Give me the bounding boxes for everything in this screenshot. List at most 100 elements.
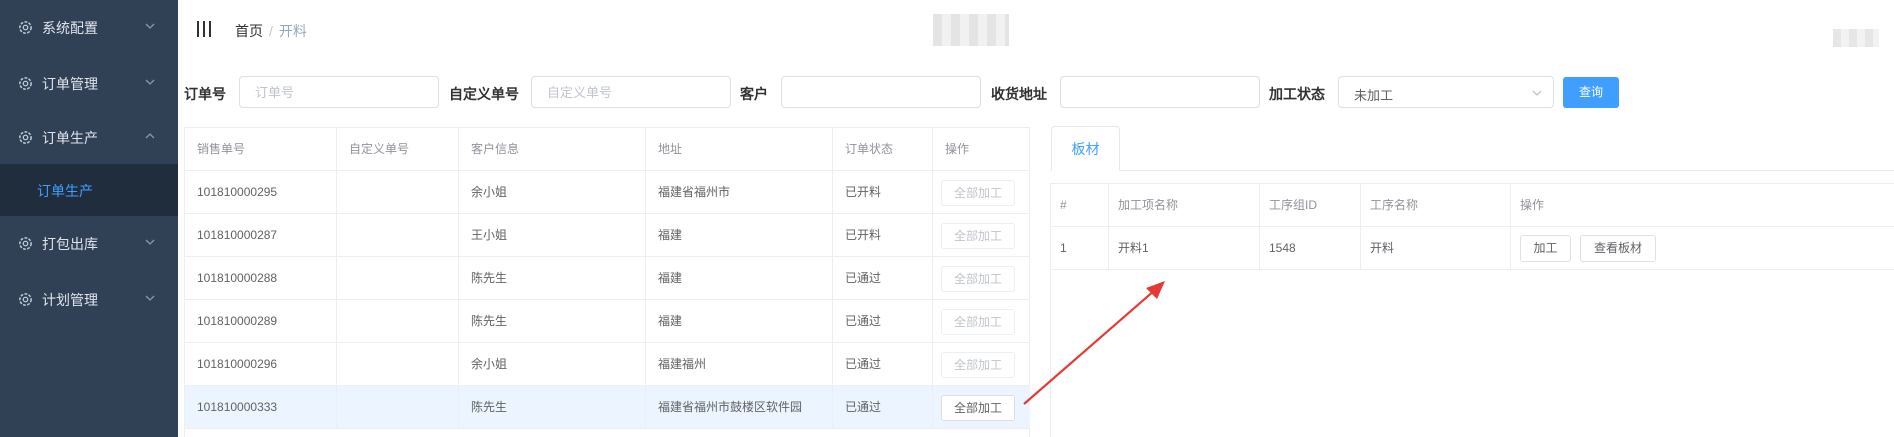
- table-header-row: # 加工项名称 工序组ID 工序名称 操作: [1051, 184, 1894, 227]
- action-cell: 全部加工: [933, 257, 1030, 300]
- custom-no-label: 自定义单号: [449, 86, 519, 102]
- item-name-cell: 开料1: [1109, 227, 1260, 270]
- custom-no-cell: [337, 214, 459, 257]
- column-header: 操作: [1520, 198, 1545, 212]
- chevron-down-icon: [145, 239, 155, 245]
- customer-label: 客户: [740, 86, 768, 102]
- sale-no-cell: 101810000288: [185, 257, 337, 300]
- sidebar-item-packing-outbound[interactable]: 打包出库: [0, 216, 178, 272]
- process-all-button[interactable]: 全部加工: [941, 395, 1015, 421]
- process-name-cell: 开料: [1361, 227, 1511, 270]
- chevron-up-icon: [145, 133, 155, 139]
- tabs-divider: [1050, 170, 1894, 171]
- table-row[interactable]: 101810000296 余小姐 福建福州 已通过 全部加工: [185, 343, 1030, 386]
- address-cell: 福建省福州市: [646, 171, 833, 214]
- column-header: 地址: [646, 128, 833, 171]
- annotation-arrow: [1023, 281, 1165, 405]
- action-cell: 全部加工: [933, 171, 1030, 214]
- custom-no-cell: [337, 300, 459, 343]
- customer-cell: 陈先生: [459, 257, 646, 300]
- hamburger-icon[interactable]: [196, 20, 212, 38]
- address-cell: 福建: [646, 257, 833, 300]
- address-cell: 福建省福州市鼓楼区软件园: [646, 386, 833, 429]
- redacted-user-avatar[interactable]: [1833, 29, 1879, 47]
- process-status-select[interactable]: 未加工: [1338, 76, 1554, 108]
- process-status-value: 未加工: [1354, 88, 1394, 103]
- sidebar-item-order-production[interactable]: 订单生产: [0, 110, 178, 166]
- status-cell: 已开料: [833, 214, 933, 257]
- sidebar-item-label: 计划管理: [42, 292, 98, 308]
- address-label: 收货地址: [991, 86, 1047, 102]
- column-header: 订单状态: [833, 128, 933, 171]
- status-cell: 已通过: [833, 386, 933, 429]
- tab-board[interactable]: 板材: [1051, 126, 1120, 171]
- process-all-button: 全部加工: [941, 223, 1015, 249]
- order-no-input[interactable]: [239, 76, 439, 108]
- column-header: 加工项名称: [1109, 184, 1260, 227]
- process-all-button: 全部加工: [941, 352, 1015, 378]
- sale-no-cell: 101810000295: [185, 171, 337, 214]
- sale-no-cell: 101810000289: [185, 300, 337, 343]
- sidebar-item-label: 系统配置: [42, 20, 98, 36]
- process-all-button: 全部加工: [941, 309, 1015, 335]
- status-cell: 已开料: [833, 171, 933, 214]
- process-button[interactable]: 加工: [1520, 235, 1571, 262]
- table-row[interactable]: 101810000295 余小姐 福建省福州市 已开料 全部加工: [185, 171, 1030, 214]
- address-cell: 福建福州: [646, 343, 833, 386]
- order-no-label: 订单号: [184, 86, 226, 102]
- sidebar-item-label: 订单管理: [42, 76, 98, 92]
- sidebar-item-order-management[interactable]: 订单管理: [0, 56, 178, 112]
- sidebar-item-label: 打包出库: [42, 236, 98, 252]
- group-id-cell: 1548: [1260, 227, 1361, 270]
- column-header: #: [1051, 184, 1109, 227]
- customer-cell: 余小姐: [459, 171, 646, 214]
- top-header: 首页 / 开料: [178, 0, 1894, 56]
- gear-icon: [19, 21, 32, 34]
- customer-input[interactable]: [781, 76, 981, 108]
- table-row[interactable]: 1 开料1 1548 开料 加工 查看板材: [1051, 227, 1894, 270]
- chevron-down-icon: [145, 295, 155, 301]
- table-row[interactable]: 101810000289 陈先生 福建 已通过 全部加工: [185, 300, 1030, 343]
- customer-cell: 余小姐: [459, 343, 646, 386]
- table-row[interactable]: 101810000288 陈先生 福建 已通过 全部加工: [185, 257, 1030, 300]
- action-cell: 全部加工: [933, 214, 1030, 257]
- orders-table: 销售单号 自定义单号 客户信息 地址 订单状态 操作 101810000295 …: [184, 127, 1030, 437]
- sale-no-cell: 101810000287: [185, 214, 337, 257]
- action-cell: 全部加工: [933, 386, 1030, 429]
- table-row-selected[interactable]: 101810000333 陈先生 福建省福州市鼓楼区软件园 已通过 全部加工: [185, 386, 1030, 429]
- chevron-down-icon: [145, 23, 155, 29]
- breadcrumb-separator: /: [269, 23, 273, 39]
- custom-no-cell: [337, 257, 459, 300]
- action-cell: 全部加工: [933, 300, 1030, 343]
- address-cell: 福建: [646, 214, 833, 257]
- gear-icon: [19, 131, 32, 144]
- table-header-row: 销售单号 自定义单号 客户信息 地址 订单状态 操作: [185, 128, 1030, 171]
- sidebar-item-system-config[interactable]: 系统配置: [0, 0, 178, 56]
- sidebar-submenu-order-production[interactable]: 订单生产: [0, 164, 178, 216]
- query-button[interactable]: 查询: [1563, 77, 1619, 108]
- sale-no-cell: 101810000333: [185, 386, 337, 429]
- sidebar: 系统配置 订单管理 订单生产 订单生产 打包出库 计划管理: [0, 0, 178, 437]
- customer-cell: 王小姐: [459, 214, 646, 257]
- status-cell: 已通过: [833, 300, 933, 343]
- custom-no-cell: [337, 386, 459, 429]
- column-header: 客户信息: [459, 128, 646, 171]
- app-root: 系统配置 订单管理 订单生产 订单生产 打包出库 计划管理 首页 / 开料 订单…: [0, 0, 1894, 437]
- chevron-down-icon: [145, 79, 155, 85]
- customer-cell: 陈先生: [459, 300, 646, 343]
- sale-no-cell: 101810000296: [185, 343, 337, 386]
- table-row[interactable]: 101810000287 王小姐 福建 已开料 全部加工: [185, 214, 1030, 257]
- status-cell: 已通过: [833, 257, 933, 300]
- redacted-block: [933, 14, 1009, 46]
- breadcrumb-current: 开料: [278, 23, 307, 39]
- column-header: 工序组ID: [1260, 184, 1361, 227]
- process-status-label: 加工状态: [1269, 86, 1325, 102]
- custom-no-input[interactable]: [531, 76, 731, 108]
- column-header: 销售单号: [185, 128, 337, 171]
- view-board-button[interactable]: 查看板材: [1580, 235, 1656, 262]
- sidebar-item-plan-management[interactable]: 计划管理: [0, 272, 178, 328]
- submenu-item-label: 订单生产: [37, 183, 93, 199]
- breadcrumb-home[interactable]: 首页: [235, 23, 263, 39]
- gear-icon: [19, 237, 32, 250]
- address-input[interactable]: [1060, 76, 1260, 108]
